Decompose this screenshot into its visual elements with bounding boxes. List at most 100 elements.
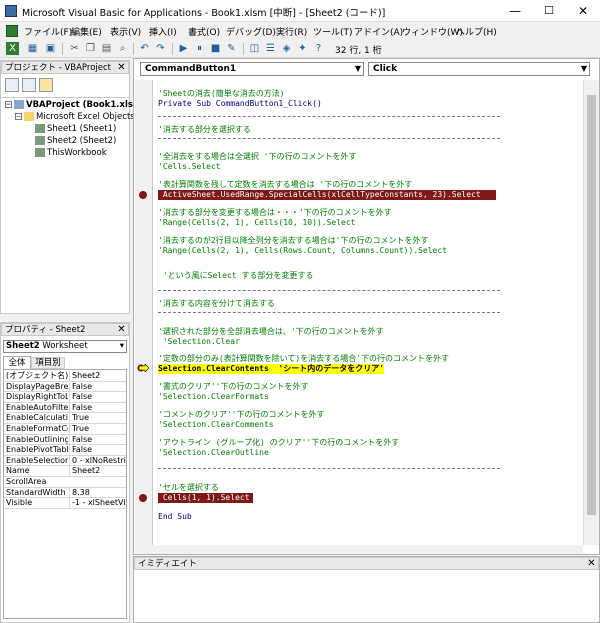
excel-icon[interactable] bbox=[6, 25, 18, 37]
undo-icon[interactable]: ↶ bbox=[138, 42, 151, 55]
property-row[interactable]: EnableOutlining False bbox=[4, 434, 126, 446]
menu-window[interactable]: ウィンドウ(W) bbox=[402, 25, 463, 38]
paste-icon[interactable]: ▤ bbox=[100, 42, 113, 55]
minimize-button[interactable]: — bbox=[498, 0, 532, 22]
property-row[interactable]: EnablePivotTable False bbox=[4, 445, 126, 456]
tree-node-vbaproject[interactable]: − VBAProject (Book1.xlsm) bbox=[5, 100, 146, 110]
menu-file[interactable]: ファイル(F) bbox=[24, 25, 72, 38]
maximize-button[interactable]: ☐ bbox=[532, 0, 566, 22]
breakpoint-line[interactable]: ActiveSheet.UsedRange.SpecialCells(xlCel… bbox=[158, 190, 496, 200]
code-line[interactable]: 'Sheetの消去(簡単な消去の方法) bbox=[158, 89, 285, 99]
tree-node-excel-objects[interactable]: − Microsoft Excel Objects bbox=[15, 112, 135, 122]
menu-help[interactable]: ヘルプ(H) bbox=[456, 25, 497, 38]
immediate-window[interactable]: イミディエイト ✕ bbox=[133, 556, 600, 623]
insert-module-icon[interactable]: ▦ bbox=[26, 42, 39, 55]
code-line[interactable]: '消去する部分を変更する場合は・・・'下の行のコメントを外す bbox=[158, 208, 392, 218]
vba-app-icon[interactable] bbox=[5, 5, 17, 17]
toolbox-icon[interactable]: ✦ bbox=[296, 42, 309, 55]
code-line[interactable]: 'Selection.ClearFormats bbox=[158, 392, 269, 402]
view-object-icon[interactable] bbox=[22, 78, 36, 92]
save-icon[interactable]: ▣ bbox=[44, 42, 57, 55]
code-line[interactable]: '書式のクリア''下の行のコメントを外す bbox=[158, 382, 308, 392]
code-line[interactable]: '全消去をする場合は全選択 '下の行のコメントを外す bbox=[158, 152, 356, 162]
close-button[interactable]: ✕ bbox=[566, 0, 600, 22]
property-row[interactable]: (オブジェクト名) Sheet2 bbox=[4, 371, 126, 382]
menu-tools[interactable]: ツール(T) bbox=[313, 25, 353, 38]
view-excel-icon[interactable]: X bbox=[6, 42, 19, 55]
code-line[interactable]: '消去する内容を分けて消去する bbox=[158, 299, 275, 309]
current-execution-line[interactable]: Selection.ClearContents 'シート内のデータをクリア' bbox=[158, 364, 385, 374]
code-vertical-scrollbar[interactable] bbox=[583, 80, 599, 545]
window-title: Microsoft Visual Basic for Applications … bbox=[22, 8, 386, 19]
code-line[interactable]: 'Cells.Select bbox=[158, 162, 221, 172]
code-line[interactable]: '消去する部分を選択する bbox=[158, 125, 251, 135]
code-line[interactable]: 'という風にSelect する部分を変更する bbox=[158, 271, 314, 281]
property-row[interactable]: DisplayRightToLeftFalse bbox=[4, 392, 126, 403]
toggle-folders-icon[interactable] bbox=[39, 78, 53, 92]
code-horizontal-scrollbar[interactable] bbox=[135, 545, 583, 554]
code-line[interactable]: Private Sub CommandButton1_Click() bbox=[158, 99, 322, 109]
code-line[interactable]: 'アウトライン (グループ化) のクリア''下の行のコメントを外す bbox=[158, 438, 399, 448]
cut-icon[interactable]: ✂ bbox=[68, 42, 81, 55]
design-mode-icon[interactable]: ✎ bbox=[225, 42, 238, 55]
code-line[interactable]: 'セルを選択する bbox=[158, 483, 219, 493]
copy-icon[interactable]: ❐ bbox=[84, 42, 97, 55]
property-row[interactable]: Name Sheet2 bbox=[4, 466, 126, 477]
code-line[interactable]: 'Range(Cells(2, 1), Cells(10, 10)).Selec… bbox=[158, 218, 355, 228]
breakpoint-line[interactable]: Cells(1, 1).Select bbox=[158, 493, 253, 503]
code-line[interactable]: 'Selection.ClearOutline bbox=[158, 448, 269, 458]
property-row[interactable]: ScrollArea bbox=[4, 477, 126, 488]
code-line[interactable]: End Sub bbox=[158, 512, 192, 522]
menu-addins[interactable]: アドイン(A) bbox=[354, 25, 403, 38]
property-row[interactable]: EnableSelection0 - xlNoRestrictions bbox=[4, 455, 126, 467]
menu-edit[interactable]: 編集(E) bbox=[71, 25, 102, 38]
property-row[interactable]: EnableAutoFilter False bbox=[4, 402, 126, 414]
properties-window-icon[interactable]: ☰ bbox=[264, 42, 277, 55]
object-combo[interactable]: CommandButton1 ▼ bbox=[140, 62, 364, 76]
code-line[interactable]: 'コメントのクリア''下の行のコメントを外す bbox=[158, 410, 324, 420]
menu-debug[interactable]: デバッグ(D) bbox=[226, 25, 276, 38]
code-line[interactable]: '表計算関数を残して定数を消去する場合は '下の行のコメントを外す bbox=[158, 180, 412, 190]
code-line[interactable]: 'Range(Cells(2, 1), Cells(Rows.Count, Co… bbox=[158, 246, 447, 256]
property-row[interactable]: EnableFormatConditionsCalculationTrue bbox=[4, 424, 126, 435]
reset-icon[interactable]: ■ bbox=[209, 42, 222, 55]
tab-alphabetic[interactable]: 全体 bbox=[3, 356, 31, 369]
chevron-down-icon: ▼ bbox=[580, 64, 587, 73]
tree-node-thisworkbook[interactable]: ThisWorkbook bbox=[35, 148, 107, 158]
menu-insert[interactable]: 挿入(I) bbox=[149, 25, 177, 38]
menu-run[interactable]: 実行(R) bbox=[276, 25, 307, 38]
project-icon bbox=[14, 100, 24, 109]
standard-toolbar: X ▦ ▣ ✂ ❐ ▤ ⌕ ↶ ↷ ▶ ⏸ ■ ✎ ◫ ☰ ◈ ✦ ? 32 行… bbox=[0, 40, 600, 58]
code-line[interactable]: 'Selection.ClearComments bbox=[158, 420, 274, 430]
properties-close-icon[interactable]: ✕ bbox=[116, 324, 127, 335]
scrollbar-thumb[interactable] bbox=[587, 95, 596, 515]
property-row[interactable]: Visible-1 - xlSheetVisible bbox=[4, 498, 126, 509]
code-line[interactable]: '消去するのが2行目以降全列分を消去する場合は'下の行のコメントを外す bbox=[158, 236, 428, 246]
object-selector[interactable]: Sheet2 Worksheet ▾ bbox=[3, 340, 127, 353]
help-icon[interactable]: ? bbox=[312, 42, 325, 55]
object-browser-icon[interactable]: ◈ bbox=[280, 42, 293, 55]
project-explorer-icon[interactable]: ◫ bbox=[248, 42, 261, 55]
run-icon[interactable]: ▶ bbox=[177, 42, 190, 55]
project-close-icon[interactable]: ✕ bbox=[116, 62, 127, 73]
view-code-icon[interactable] bbox=[5, 78, 19, 92]
property-row[interactable]: StandardWidth 8.38 bbox=[4, 487, 126, 499]
tree-node-sheet2[interactable]: Sheet2 (Sheet2) bbox=[35, 136, 116, 146]
margin-indicator-bar[interactable] bbox=[135, 80, 153, 545]
code-line[interactable]: '選択された部分を全部消去場合は、'下の行のコメントを外す bbox=[158, 327, 384, 337]
breakpoint-icon[interactable] bbox=[139, 494, 147, 502]
tab-categorized[interactable]: 項目別 bbox=[31, 357, 65, 369]
menu-format[interactable]: 書式(O) bbox=[188, 25, 220, 38]
find-icon[interactable]: ⌕ bbox=[116, 42, 129, 55]
property-row[interactable]: DisplayPageBreaksFalse bbox=[4, 381, 126, 393]
immediate-close-icon[interactable]: ✕ bbox=[586, 558, 597, 569]
redo-icon[interactable]: ↷ bbox=[154, 42, 167, 55]
tree-node-sheet1[interactable]: Sheet1 (Sheet1) bbox=[35, 124, 116, 134]
property-row[interactable]: EnableCalculationTrue bbox=[4, 413, 126, 424]
code-line[interactable]: 'Selection.Clear bbox=[158, 337, 240, 347]
breakpoint-icon[interactable] bbox=[139, 191, 147, 199]
procedure-combo[interactable]: Click ▼ bbox=[368, 62, 590, 76]
code-line[interactable]: '定数の部分のみ(表計算関数を除いて)を消去する場合'下の行のコメントを外す bbox=[158, 354, 449, 364]
menu-view[interactable]: 表示(V) bbox=[110, 25, 141, 38]
break-icon[interactable]: ⏸ bbox=[193, 42, 206, 55]
